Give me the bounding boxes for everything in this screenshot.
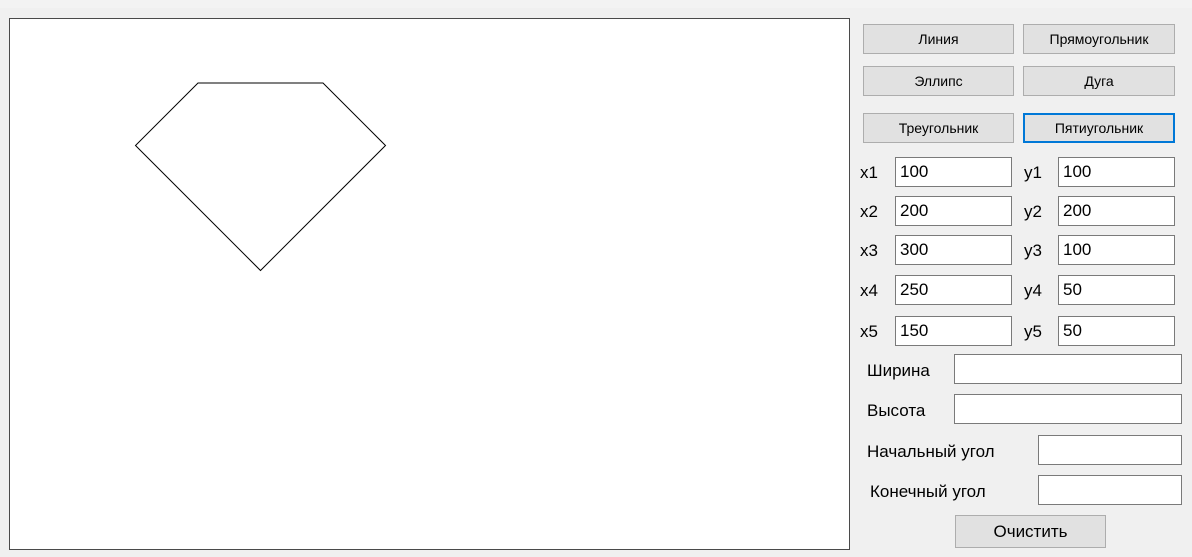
x5-field[interactable]: 150 xyxy=(895,316,1012,346)
window-top-strip xyxy=(0,0,1192,8)
x4-label: x4 xyxy=(860,281,878,300)
pentagon-shape xyxy=(134,82,387,272)
end-angle-label: Конечный угол xyxy=(870,482,986,501)
x3-field[interactable]: 300 xyxy=(895,235,1012,265)
y5-field[interactable]: 50 xyxy=(1058,316,1175,346)
y4-field[interactable]: 50 xyxy=(1058,275,1175,305)
y1-label: y1 xyxy=(1024,163,1042,182)
width-label: Ширина xyxy=(867,361,930,380)
line-button[interactable]: Линия xyxy=(863,24,1014,54)
pentagon-button[interactable]: Пятиугольник xyxy=(1023,113,1175,143)
clear-button[interactable]: Очистить xyxy=(955,515,1106,548)
start-angle-field[interactable] xyxy=(1038,435,1182,465)
y3-label: y3 xyxy=(1024,241,1042,260)
ellipse-button[interactable]: Эллипс xyxy=(863,66,1014,96)
x1-label: x1 xyxy=(860,163,878,182)
x3-label: x3 xyxy=(860,241,878,260)
x5-label: x5 xyxy=(860,322,878,341)
y4-label: y4 xyxy=(1024,281,1042,300)
x4-field[interactable]: 250 xyxy=(895,275,1012,305)
x2-label: x2 xyxy=(860,202,878,221)
arc-button[interactable]: Дуга xyxy=(1023,66,1175,96)
rectangle-button[interactable]: Прямоугольник xyxy=(1023,24,1175,54)
height-label: Высота xyxy=(867,401,926,420)
y5-label: y5 xyxy=(1024,322,1042,341)
y3-field[interactable]: 100 xyxy=(1058,235,1175,265)
height-field[interactable] xyxy=(954,394,1182,424)
y2-label: y2 xyxy=(1024,202,1042,221)
x2-field[interactable]: 200 xyxy=(895,196,1012,226)
triangle-button[interactable]: Треугольник xyxy=(863,113,1014,143)
start-angle-label: Начальный угол xyxy=(867,442,995,461)
end-angle-field[interactable] xyxy=(1038,475,1182,505)
canvas-svg xyxy=(134,82,387,272)
y2-field[interactable]: 200 xyxy=(1058,196,1175,226)
width-field[interactable] xyxy=(954,354,1182,384)
y1-field[interactable]: 100 xyxy=(1058,157,1175,187)
x1-field[interactable]: 100 xyxy=(895,157,1012,187)
drawing-canvas[interactable] xyxy=(9,18,850,550)
